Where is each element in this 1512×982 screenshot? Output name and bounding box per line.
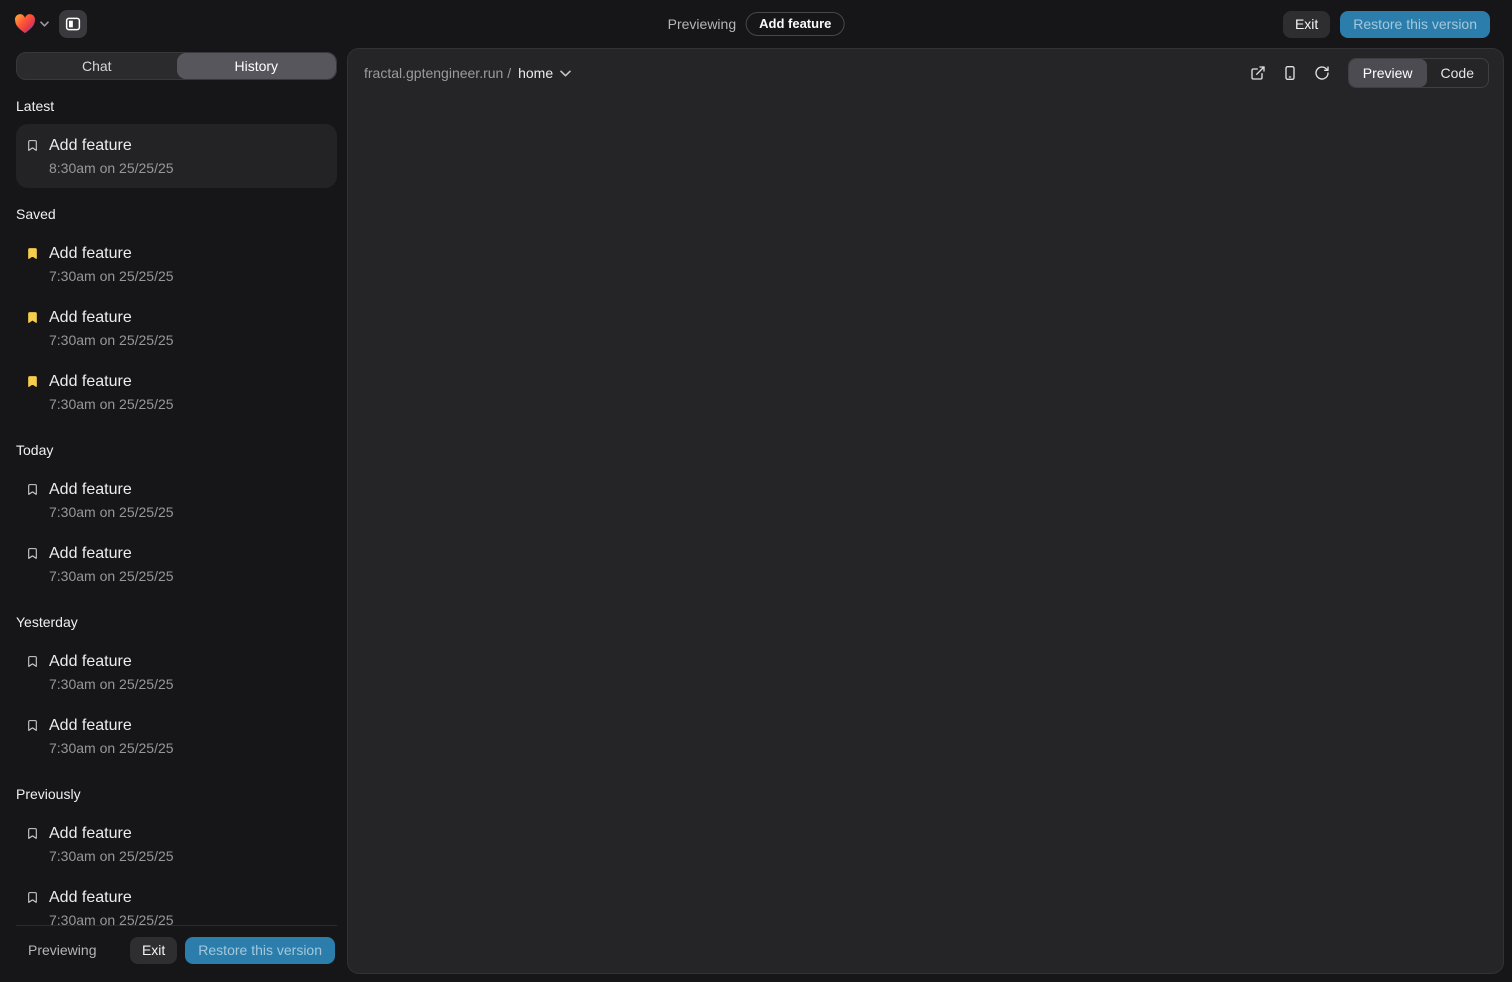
preview-code-toggle: Preview Code <box>1348 58 1489 88</box>
refresh-button[interactable] <box>1310 61 1334 85</box>
lovable-heart-logo-icon <box>14 14 36 34</box>
history-item-title: Add feature <box>49 888 174 907</box>
preview-content <box>348 97 1503 973</box>
refresh-icon <box>1314 65 1330 81</box>
content-area: Chat History Latest Add feature 8:30am on … <box>0 48 1512 982</box>
history-item-time: 7:30am on 25/25/25 <box>49 505 174 520</box>
history-item-title: Add feature <box>49 308 174 327</box>
history-section-title: Today <box>16 442 337 458</box>
history-section-title: Yesterday <box>16 614 337 630</box>
bookmark-saved-icon <box>26 374 40 389</box>
previewing-label: Previewing <box>668 16 736 32</box>
history-item[interactable]: Add feature 7:30am on 25/25/25 <box>16 812 337 876</box>
url-page: home <box>518 65 553 81</box>
history-item-time: 8:30am on 25/25/25 <box>49 161 174 176</box>
history-item-time: 7:30am on 25/25/25 <box>49 849 174 864</box>
tab-preview[interactable]: Preview <box>1349 59 1427 87</box>
chevron-down-icon <box>40 21 49 27</box>
history-item-time: 7:30am on 25/25/25 <box>49 913 174 925</box>
history-item-title: Add feature <box>49 716 174 735</box>
chevron-down-icon <box>560 70 571 77</box>
history-item-time: 7:30am on 25/25/25 <box>49 333 174 348</box>
bookmark-saved-icon <box>26 310 40 325</box>
history-item-time: 7:30am on 25/25/25 <box>49 397 174 412</box>
history-item[interactable]: Add feature 7:30am on 25/25/25 <box>16 232 337 296</box>
sidebar-footer: Previewing Exit Restore this version <box>16 925 337 974</box>
tab-chat[interactable]: Chat <box>17 53 177 79</box>
version-badge: Add feature <box>746 12 844 36</box>
bookmark-icon <box>26 890 40 905</box>
history-item[interactable]: Add feature 7:30am on 25/25/25 <box>16 640 337 704</box>
history-item[interactable]: Add feature 8:30am on 25/25/25 <box>16 124 337 188</box>
history-item-title: Add feature <box>49 244 174 263</box>
exit-button[interactable]: Exit <box>1283 11 1330 38</box>
footer-exit-button[interactable]: Exit <box>130 937 177 964</box>
history-item[interactable]: Add feature 7:30am on 25/25/25 <box>16 296 337 360</box>
history-item-title: Add feature <box>49 480 174 499</box>
history-item-time: 7:30am on 25/25/25 <box>49 741 174 756</box>
tab-history[interactable]: History <box>177 53 337 79</box>
restore-version-button[interactable]: Restore this version <box>1340 11 1490 38</box>
history-item-time: 7:30am on 25/25/25 <box>49 569 174 584</box>
history-item[interactable]: Add feature 7:30am on 25/25/25 <box>16 704 337 768</box>
mobile-view-icon <box>1282 65 1298 81</box>
tab-code[interactable]: Code <box>1427 59 1488 87</box>
sidebar-toggle-button[interactable] <box>59 10 87 38</box>
sidebar-tabs: Chat History <box>16 52 337 80</box>
history-item[interactable]: Add feature 7:30am on 25/25/25 <box>16 876 337 925</box>
history-item-title: Add feature <box>49 136 174 155</box>
sidebar-panel-toggle-icon <box>64 15 82 33</box>
bookmark-icon <box>26 138 40 153</box>
bookmark-icon <box>26 546 40 561</box>
history-item[interactable]: Add feature 7:30am on 25/25/25 <box>16 532 337 596</box>
open-in-new-tab-icon <box>1250 65 1266 81</box>
url-prefix: fractal.gptengineer.run / <box>364 65 511 81</box>
history-section-title: Saved <box>16 206 337 222</box>
history-item-time: 7:30am on 25/25/25 <box>49 269 174 284</box>
preview-toolbar: fractal.gptengineer.run / home <box>348 49 1503 97</box>
footer-restore-button[interactable]: Restore this version <box>185 937 335 964</box>
history-section-title: Previously <box>16 786 337 802</box>
preview-panel: fractal.gptengineer.run / home <box>347 48 1504 974</box>
topbar: Previewing Add feature Exit Restore this… <box>0 0 1512 48</box>
history-item-title: Add feature <box>49 824 174 843</box>
footer-previewing-label: Previewing <box>28 942 96 958</box>
history-item-time: 7:30am on 25/25/25 <box>49 677 174 692</box>
history-sidebar: Chat History Latest Add feature 8:30am on … <box>0 48 347 974</box>
bookmark-icon <box>26 654 40 669</box>
history-section-title: Latest <box>16 98 337 114</box>
history-item-title: Add feature <box>49 544 174 563</box>
history-list: Latest Add feature 8:30am on 25/25/25 Saved… <box>16 80 337 925</box>
history-item-title: Add feature <box>49 652 174 671</box>
history-item[interactable]: Add feature 7:30am on 25/25/25 <box>16 360 337 424</box>
history-item[interactable]: Add feature 7:30am on 25/25/25 <box>16 468 337 532</box>
bookmark-saved-icon <box>26 246 40 261</box>
preview-url-selector[interactable]: fractal.gptengineer.run / home <box>364 65 571 81</box>
bookmark-icon <box>26 826 40 841</box>
bookmark-icon <box>26 718 40 733</box>
app-logo-menu[interactable] <box>12 12 51 36</box>
history-item-title: Add feature <box>49 372 174 391</box>
open-in-new-tab-button[interactable] <box>1246 61 1270 85</box>
mobile-view-button[interactable] <box>1278 61 1302 85</box>
bookmark-icon <box>26 482 40 497</box>
